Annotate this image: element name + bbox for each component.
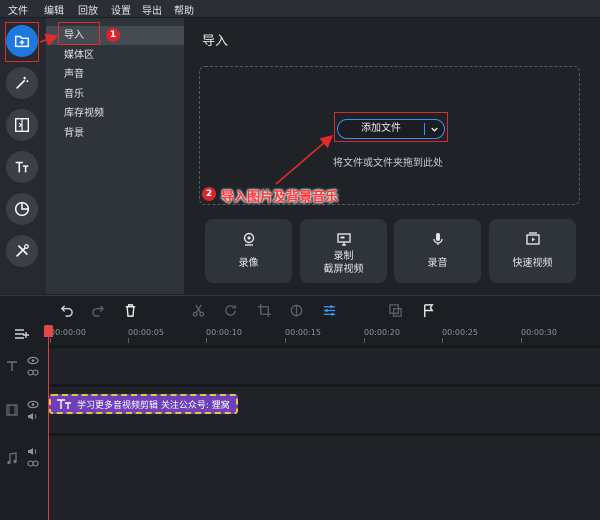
flag-icon — [423, 303, 434, 317]
text-clip-icon — [57, 399, 71, 409]
ruler-tick-label: 00:00:15 — [285, 328, 321, 337]
delete-button[interactable] — [121, 301, 139, 319]
redo-icon — [91, 304, 104, 317]
title-track[interactable] — [48, 348, 600, 384]
eye-icon[interactable] — [27, 400, 39, 409]
picture-in-picture-icon — [388, 303, 402, 317]
ruler-tick-label: 00:00:20 — [364, 328, 400, 337]
ruler-tick-mark — [521, 338, 522, 343]
ruler-tick-label: 00:00:00 — [50, 328, 86, 337]
music-note-icon — [7, 452, 17, 465]
speaker-icon[interactable] — [27, 412, 39, 421]
ruler-tick-label: 00:00:05 — [128, 328, 164, 337]
undo-button[interactable] — [57, 301, 75, 319]
title-track-icon — [7, 361, 17, 371]
ruler-tick-label: 00:00:25 — [442, 328, 478, 337]
ruler-tick-mark — [285, 338, 286, 343]
playhead-handle[interactable] — [44, 325, 53, 337]
speaker-icon[interactable] — [27, 447, 39, 456]
pip-button[interactable] — [386, 301, 404, 319]
marker-button[interactable] — [419, 301, 437, 319]
cut-button[interactable] — [189, 301, 207, 319]
ruler-tick-mark — [128, 338, 129, 343]
timeline-ruler[interactable]: 00:00:00 00:00:05 00:00:10 00:00:15 00:0… — [48, 323, 600, 345]
ruler-tick-mark — [364, 338, 365, 343]
link-icon[interactable] — [27, 459, 39, 468]
ruler-tick-label: 00:00:10 — [206, 328, 242, 337]
add-track-area — [0, 323, 48, 345]
color-adjust-button[interactable] — [287, 301, 305, 319]
add-track-icon[interactable] — [14, 327, 30, 341]
crop-icon — [257, 303, 271, 317]
clip-properties-button[interactable] — [320, 301, 338, 319]
title-clip[interactable]: 学习更多音视频剪辑 关注公众号: 狸窝 — [49, 394, 238, 414]
audio-track[interactable] — [48, 436, 600, 520]
rotate-icon — [224, 304, 236, 316]
ruler-tick-mark — [50, 338, 51, 343]
crop-button[interactable] — [255, 301, 273, 319]
playhead[interactable] — [48, 327, 49, 520]
ruler-tick-mark — [206, 338, 207, 343]
link-icon[interactable] — [27, 368, 39, 377]
timeline-tracks — [0, 345, 600, 520]
timeline-toolbar — [0, 295, 600, 324]
trash-icon — [125, 303, 135, 317]
undo-icon — [60, 304, 73, 317]
redo-button[interactable] — [89, 301, 107, 319]
sliders-icon — [323, 304, 335, 316]
video-track-icon — [6, 404, 18, 416]
ruler-tick-label: 00:00:30 — [521, 328, 557, 337]
eye-icon[interactable] — [27, 356, 39, 365]
clip-text: 学习更多音视频剪辑 关注公众号: 狸窝 — [77, 401, 230, 411]
scissors-icon — [192, 304, 204, 317]
ruler-tick-mark — [442, 338, 443, 343]
color-adjust-icon — [290, 304, 302, 316]
rotate-button[interactable] — [221, 301, 239, 319]
